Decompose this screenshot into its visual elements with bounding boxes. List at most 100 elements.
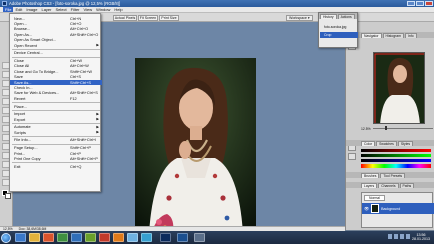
tab-histogram[interactable]: Histogram (382, 33, 404, 38)
menu-help[interactable]: Help (112, 7, 124, 12)
minimize-button[interactable] (407, 1, 415, 6)
layers-panel: Normal 👁 Background (361, 192, 434, 228)
app-taskbar-icon-1[interactable] (57, 233, 68, 242)
eye-visibility-icon[interactable]: 👁 (364, 206, 369, 211)
file-menu-item-open-recent[interactable]: Open Recent ▶ (10, 43, 102, 48)
file-menu-item-revert[interactable]: Revert F12 (10, 96, 102, 101)
tab-layers[interactable]: Layers (361, 183, 378, 188)
tab-brushes[interactable]: Brushes (361, 173, 380, 178)
print-size-button[interactable]: Print Size (159, 14, 179, 21)
portrait-image (135, 58, 256, 234)
maximize-button[interactable] (416, 1, 424, 6)
tray-icon-3[interactable] (400, 234, 404, 239)
color-slider-r[interactable] (361, 149, 431, 152)
menu-item-label: Exit (14, 163, 21, 169)
file-menu-item-place[interactable]: Place... (10, 103, 102, 109)
menu-edit[interactable]: Edit (13, 7, 24, 12)
history-panel-popup: History Actions foto-soroka.jpg Crop (318, 12, 358, 48)
tray-icon-1[interactable] (388, 234, 392, 239)
workspace-dropdown[interactable]: Workspace ▾ (286, 14, 313, 21)
system-tray (388, 234, 410, 239)
tray-icon-2[interactable] (394, 234, 398, 239)
tab-actions[interactable]: Actions (337, 14, 355, 19)
explorer-taskbar-icon[interactable] (29, 233, 40, 242)
color-slider-g[interactable] (361, 154, 431, 157)
tab-navigator[interactable]: Navigator (361, 33, 382, 38)
layer-thumbnail (371, 204, 380, 213)
tab-info[interactable]: Info (404, 33, 417, 38)
submenu-arrow-icon: ▶ (96, 111, 99, 116)
title-bar: Adobe Photoshop CS3 - [foto-soroka.jpg @… (0, 0, 434, 7)
fit-screen-button[interactable]: Fit Screen (138, 14, 158, 21)
navigator-thumbnail[interactable] (373, 52, 425, 124)
skype-taskbar-icon[interactable] (141, 233, 152, 242)
color-panel-tabs: Color Swatches Styles (346, 140, 434, 146)
history-item-open[interactable]: foto-soroka.jpg (320, 24, 358, 30)
tab-tool-presets[interactable]: Tool Presets (380, 173, 406, 178)
photoshop-app-icon (2, 1, 7, 6)
clock-date: 28.01.2013 (412, 237, 430, 242)
color-slider-b[interactable] (361, 159, 431, 162)
menu-file[interactable]: File (3, 7, 14, 12)
file-menu-item-device-central[interactable]: Device Central... (10, 50, 102, 55)
menu-filter[interactable]: Filter (69, 7, 82, 12)
file-menu-item-file-info[interactable]: File Info... Alt+Shift+Ctrl+I (10, 137, 102, 142)
submenu-arrow-icon: ▶ (96, 130, 99, 135)
layer-row-background[interactable]: 👁 Background (362, 203, 434, 214)
tab-paths[interactable]: Paths (399, 183, 415, 188)
tab-swatches[interactable]: Swatches (376, 141, 397, 146)
navigator-zoom-value[interactable]: 12.5% (361, 127, 371, 131)
history-item-crop[interactable]: Crop (320, 32, 358, 38)
brushes-panel-tabs: Brushes Tool Presets (346, 172, 434, 178)
actual-pixels-button[interactable]: Actual Pixels (113, 14, 137, 21)
word-taskbar-icon[interactable] (177, 233, 188, 242)
menu-item-label: Open Recent (14, 42, 37, 48)
clone-source-panel-icon[interactable] (348, 153, 356, 160)
history-panel-tabs: History Actions (319, 13, 357, 19)
menu-item-shortcut: Alt+Shift+Ctrl+I (70, 137, 97, 143)
app-taskbar-icon-6[interactable] (127, 233, 138, 242)
tab-history[interactable]: History (320, 14, 337, 19)
document-photo (135, 58, 256, 234)
tray-icon-4[interactable] (406, 234, 410, 239)
menu-view[interactable]: View (82, 7, 95, 12)
menu-item-shortcut: F12 (70, 95, 77, 101)
menu-image[interactable]: Image (24, 7, 39, 12)
menu-select[interactable]: Select (54, 7, 69, 12)
app-taskbar-icon-2[interactable] (71, 233, 82, 242)
layers-panel-tabs: Layers Channels Paths (346, 182, 434, 188)
navigator-panel-tabs: Navigator Histogram Info (346, 32, 434, 38)
taskbar-clock[interactable]: 13:56 28.01.2013 (412, 233, 430, 241)
file-menu-item-scripts[interactable]: Scripts ▶ (10, 130, 102, 135)
photoshop-taskbar-icon[interactable] (160, 233, 171, 242)
navigator-zoom-slider[interactable] (372, 126, 433, 131)
menu-item-label: Export (14, 116, 26, 122)
tab-styles[interactable]: Styles (397, 141, 414, 146)
windows-taskbar: 13:56 28.01.2013 (0, 231, 434, 244)
media-taskbar-icon[interactable] (43, 233, 54, 242)
file-menu-item-export[interactable]: Export ▶ (10, 117, 102, 122)
tab-channels[interactable]: Channels (378, 183, 399, 188)
file-menu-item-exit[interactable]: Exit Ctrl+Q (10, 164, 102, 169)
close-button[interactable] (425, 1, 433, 6)
app-taskbar-icon-7[interactable] (194, 233, 205, 242)
blend-mode-select[interactable]: Normal (364, 195, 385, 201)
color-spectrum-bar[interactable] (361, 164, 431, 168)
navigator-preview-image (374, 53, 424, 123)
menu-item-label: Scripts (14, 129, 26, 135)
ie-taskbar-icon[interactable] (15, 233, 26, 242)
menu-window[interactable]: Window (94, 7, 112, 12)
window-title: Adobe Photoshop CS3 - [foto-soroka.jpg @… (9, 1, 121, 6)
tab-color[interactable]: Color (361, 141, 376, 146)
app-taskbar-icon-3[interactable] (85, 233, 96, 242)
menu-item-label: Device Central... (14, 50, 43, 56)
menu-item-label: Revert (14, 95, 26, 101)
collapsed-panel-icons-2 (348, 144, 359, 162)
app-taskbar-icon-5[interactable] (113, 233, 124, 242)
app-taskbar-icon-4[interactable] (99, 233, 110, 242)
file-menu-item-print-one-copy[interactable]: Print One Copy Alt+Shift+Ctrl+P (10, 156, 102, 161)
menu-layer[interactable]: Layer (39, 7, 53, 12)
background-color-swatch[interactable] (5, 193, 11, 199)
start-button[interactable] (1, 232, 11, 243)
submenu-arrow-icon: ▶ (96, 117, 99, 122)
